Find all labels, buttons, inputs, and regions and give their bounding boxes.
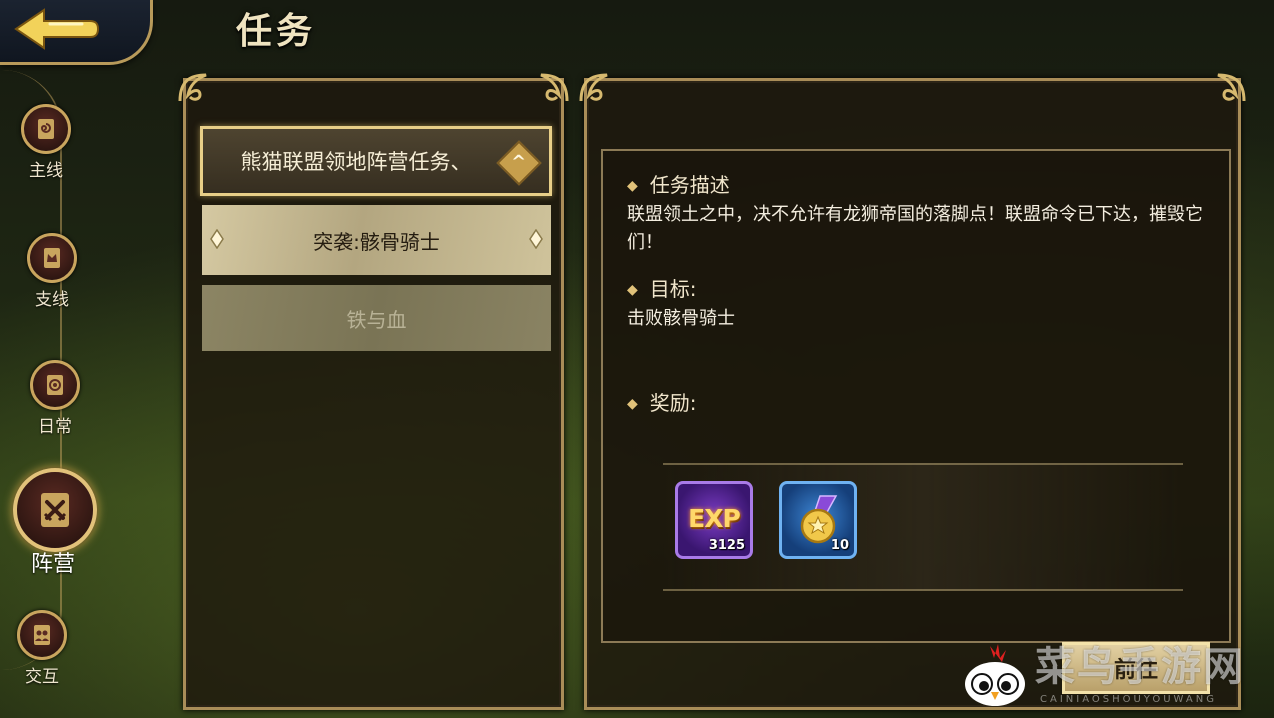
quest-item-selected[interactable]: 突袭:骸骨骑士 [202,205,551,275]
nav-item-main[interactable]: 主线 [6,104,86,181]
nav-item-side[interactable]: 支线 [12,233,92,310]
reward-medal[interactable]: 10 [779,481,857,559]
page-title: 任务 [236,11,317,52]
back-arrow-icon [14,8,100,50]
quest-item[interactable]: 铁与血 [202,285,551,351]
nav-label-faction: 阵营 [30,552,75,577]
diamond-icon [529,229,543,249]
corner-ornament-icon [1208,71,1248,111]
crossed-swords-icon [13,468,97,552]
goal-heading: ◆ 目标: [627,277,697,301]
scroll-crown-icon [27,233,77,283]
nav-item-daily[interactable]: 日常 [15,360,95,437]
reward-exp[interactable]: EXP 3125 [675,481,753,559]
reward-count: 10 [830,538,849,553]
quest-group-header[interactable]: 熊猫联盟领地阵营任务、 ^ [200,126,552,196]
nav-label-side: 支线 [35,290,69,310]
quest-detail-content: ◆ 任务描述 联盟领土之中，决不允许有龙狮帝国的落脚点！联盟命令已下达，摧毁它们！… [601,149,1231,643]
scroll-people-icon [17,610,67,660]
description-text: 联盟领土之中，决不允许有龙狮帝国的落脚点！联盟命令已下达，摧毁它们！ [627,204,1203,253]
quest-item-label: 铁与血 [346,307,407,332]
diamond-icon [210,229,224,249]
goal-text: 击败骸骨骑士 [627,308,735,329]
quest-item-label: 突袭:骸骨骑士 [313,229,440,254]
description-heading: ◆ 任务描述 [627,173,730,197]
quest-list-panel: 熊猫联盟领地阵营任务、 ^ 突袭:骸骨骑士 铁与血 [178,73,569,710]
nav-label-daily: 日常 [38,417,72,437]
nav-label-main: 主线 [29,161,63,181]
corner-ornament-icon [577,71,617,111]
scroll-spiral-icon [21,104,71,154]
chevron-up-icon[interactable]: ^ [496,140,542,186]
quest-detail-panel: ◆ 任务描述 联盟领土之中，决不允许有龙狮帝国的落脚点！联盟命令已下达，摧毁它们！… [579,73,1246,710]
nav-label-interact: 交互 [25,667,59,687]
watermark-subtext: CAINIAOSHOUYOUWANG [1040,694,1217,705]
reward-count: 3125 [708,538,745,553]
back-button[interactable] [10,4,102,54]
nav-item-faction[interactable]: 阵营 [13,468,97,578]
scroll-swirl-icon [30,360,80,410]
reward-strip: EXP 3125 10 [663,463,1183,591]
exp-icon: EXP [688,504,741,533]
quest-group-title: 熊猫联盟领地阵营任务、 [240,150,472,174]
corner-ornament-icon [531,71,571,111]
corner-ornament-icon [176,71,216,111]
reward-heading: ◆ 奖励: [627,391,697,415]
watermark-text: 菜鸟手游网 [1035,644,1245,690]
nav-item-interact[interactable]: 交互 [2,610,82,687]
chicken-logo-icon [965,644,1025,706]
